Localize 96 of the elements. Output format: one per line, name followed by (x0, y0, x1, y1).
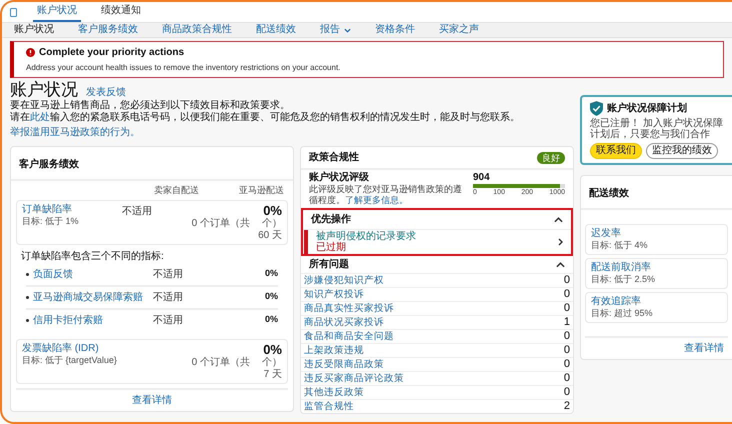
column-header: 卖家自配送 (154, 184, 199, 197)
metric-value: 0% (263, 342, 282, 356)
issue-count: 0 (564, 275, 570, 286)
metric-link[interactable]: 发票缺陷率 (IDR) (22, 342, 117, 354)
issue-count: 2 (564, 401, 570, 412)
issue-link[interactable]: 食品和商品安全问题 (304, 332, 394, 342)
target-text: 目标: 低于 {targetValue} (22, 354, 117, 366)
metric-link[interactable]: 订单缺陷率 (22, 204, 102, 216)
intro-text: 要在亚马逊上销售商品，您必须达到以下绩效目标和政策要求。 (10, 100, 291, 112)
metric-value: 不适用 (153, 268, 184, 282)
chevron-right-icon (558, 238, 563, 246)
error-icon (26, 48, 35, 57)
chevron-up-icon[interactable] (554, 216, 563, 222)
nav-link[interactable]: 商品政策合规性 (162, 25, 232, 35)
report-link[interactable]: 举报滥用亚马逊政策的行为。 (10, 128, 574, 138)
issue-link[interactable]: 商品状况买家投诉 (304, 318, 384, 328)
issue-count: 0 (564, 387, 570, 398)
nav-link[interactable]: 配送绩效 (256, 25, 296, 35)
issue-count: 0 (564, 373, 570, 384)
order-count: 0 个订单（共 (192, 358, 250, 368)
metric-value: 不适用 (153, 314, 184, 328)
priority-item[interactable]: 被声明侵权的记录要求 已过期 (304, 230, 571, 254)
issue-count: 1 (564, 317, 570, 328)
target-text: 目标: 超过 95% (591, 308, 654, 319)
metric-link[interactable]: 信用卡拒付索赔 (33, 312, 153, 328)
bullet-icon (26, 272, 29, 276)
nav-link[interactable]: 买家之声 (439, 25, 479, 35)
metric-value: 0% (264, 267, 278, 280)
metric-link[interactable]: 配送前取消率 (591, 262, 722, 274)
monitor-button[interactable]: 监控我的绩效 (646, 143, 718, 159)
metric-link[interactable]: 亚马逊商城交易保障索赔 (33, 290, 153, 304)
nav-link[interactable]: 报告 (320, 25, 351, 35)
issue-count: 0 (564, 359, 570, 370)
metric-value: 不适用 (121, 204, 153, 218)
metric-value: 0% (264, 313, 278, 326)
metric-value: 0% (263, 204, 282, 216)
contact-button[interactable]: 联系我们 (590, 143, 642, 159)
protection-title: 账户状况保障计划 (607, 101, 687, 116)
bullet-icon (26, 318, 29, 322)
period-label: 60 天 (258, 230, 282, 240)
issue-count: 0 (564, 303, 570, 314)
details-link[interactable]: 查看详情 (684, 341, 724, 356)
issue-link[interactable]: 监管合规性 (304, 402, 354, 412)
bookmark-icon[interactable] (10, 8, 17, 17)
alert-title: Complete your priority actions (39, 46, 184, 60)
column-header: 亚马逊配送 (239, 184, 284, 197)
order-total: 个） (262, 358, 282, 368)
learn-more-link[interactable]: 了解更多信息。 (345, 195, 408, 205)
priority-status: 已过期 (316, 242, 347, 253)
issue-link[interactable]: 涉嫌侵犯知识产权 (304, 276, 384, 286)
target-text: 目标: 低于 1% (22, 216, 80, 226)
section-title: 所有问题 (309, 258, 349, 272)
contact-text: 请在此处输入您的紧急联系电话号码，以便我们能在重要、可能危及您的销售权利的情况发生时，能及时与您联系。 (10, 112, 521, 124)
order-total: 个） (262, 218, 282, 228)
metrics-intro: 订单缺陷率包含三个不同的指标: (20, 250, 165, 264)
page-title: 账户状况 (10, 81, 78, 98)
card-title: 客户服务绩效 (19, 159, 79, 170)
target-text: 目标: 低于 4% (591, 240, 649, 251)
issue-count: 0 (564, 289, 570, 300)
nav-link[interactable]: 账户状况 (14, 25, 54, 35)
metric-value: 不适用 (153, 290, 184, 304)
target-text: 目标: 低于 2.5% (591, 274, 656, 285)
card-title: 配送绩效 (589, 188, 629, 199)
page-tab[interactable]: 绩效通知 (97, 6, 145, 22)
alert-message: Address your account health issues to remove the inventory restrictions on your account. (26, 62, 342, 74)
rating-text: 此评级反映了您对亚马逊销售政策的遵循程度。了解更多信息。 (309, 184, 463, 206)
rating-score: 904 (473, 172, 491, 184)
feedback-link[interactable]: 发表反馈 (86, 88, 126, 98)
metric-link[interactable]: 负面反馈 (33, 266, 153, 282)
caret-down-icon (344, 28, 351, 32)
issue-link[interactable]: 上架政策违规 (304, 346, 364, 356)
issue-count: 0 (564, 345, 570, 356)
chevron-up-icon[interactable] (556, 262, 565, 268)
section-title: 优先操作 (311, 212, 351, 227)
rating-title: 账户状况评级 (309, 172, 370, 184)
issue-link[interactable]: 违反买家商品评论政策 (304, 374, 404, 384)
bullet-icon (26, 296, 29, 298)
metric-link[interactable]: 有效追踪率 (591, 296, 722, 308)
details-link[interactable]: 查看详情 (132, 392, 172, 408)
protection-text: 您已注册！ 加入账户状况保障计划后，只要您与我们合作 (590, 118, 724, 140)
issue-link[interactable]: 其他违反政策 (304, 388, 364, 398)
metric-link[interactable]: 迟发率 (591, 228, 722, 240)
status-badge: 良好 (537, 152, 565, 164)
nav-link[interactable]: 资格条件 (375, 25, 415, 35)
metric-value: 0% (264, 290, 278, 304)
issue-count: 0 (564, 331, 570, 342)
shield-check-icon (590, 101, 603, 116)
here-link[interactable]: 此处 (30, 112, 50, 123)
issue-link[interactable]: 商品真实性买家投诉 (304, 304, 394, 314)
order-count: 0 个订单（共 (192, 218, 250, 228)
issue-link[interactable]: 知识产权投诉 (304, 290, 364, 300)
issue-link[interactable]: 违反受限商品政策 (304, 360, 384, 370)
priority-title: 被声明侵权的记录要求 (316, 231, 416, 242)
period-label: 7 天 (264, 370, 282, 380)
card-title: 政策合规性 (309, 150, 359, 165)
nav-link[interactable]: 客户服务绩效 (78, 25, 138, 35)
